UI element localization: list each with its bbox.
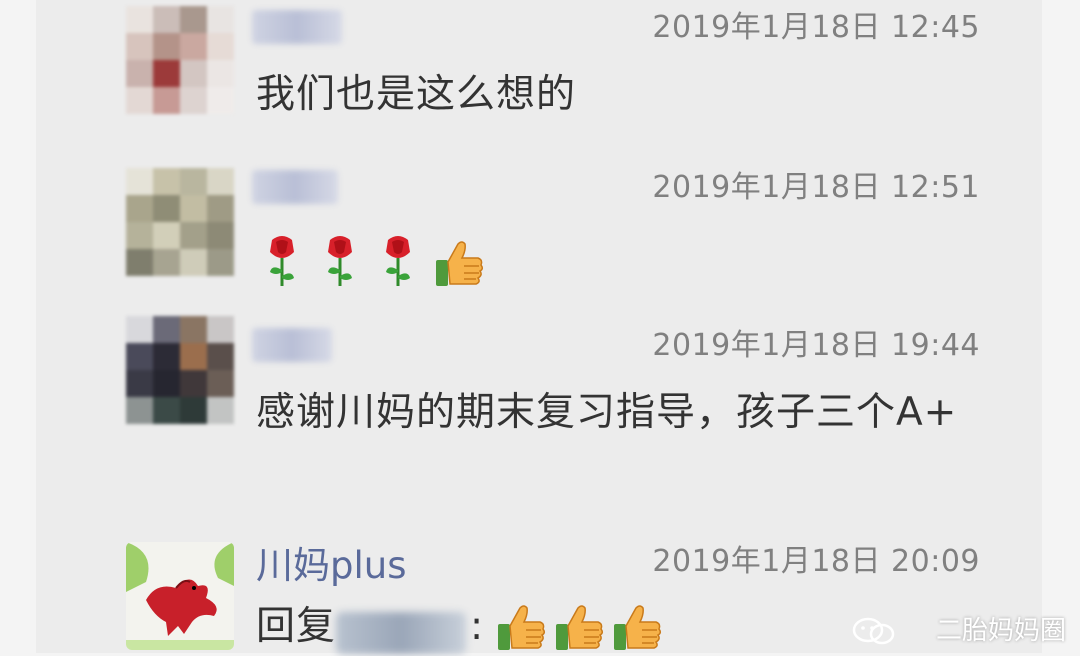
thumbs-up-icon — [554, 602, 604, 652]
message-timestamp: 2019年1月18日 20:09 — [652, 544, 980, 579]
rose-icon — [320, 234, 360, 288]
rose-icon — [262, 234, 302, 288]
chat-message: 2019年1月18日 12:51 — [36, 166, 1042, 296]
reply-prefix: 回复 — [256, 604, 337, 649]
chat-message: 2019年1月18日 19:44 感谢川妈的期末复习指导，孩子三个A+ — [36, 316, 1042, 504]
rose-icon — [378, 234, 418, 288]
avatar[interactable] — [126, 6, 234, 114]
wechat-icon — [852, 617, 895, 645]
reply-target-blurred[interactable] — [336, 612, 466, 654]
thumbs-up-icon — [496, 602, 546, 652]
message-timestamp: 2019年1月18日 19:44 — [652, 328, 980, 363]
avatar[interactable] — [126, 168, 234, 276]
chat-panel: 2019年1月18日 12:45 我们也是这么想的 2019年1月18日 12:… — [36, 0, 1042, 654]
message-timestamp: 2019年1月18日 12:45 — [652, 10, 980, 45]
thumbs-up-icon — [434, 238, 484, 288]
avatar[interactable] — [126, 316, 234, 424]
avatar[interactable] — [126, 542, 234, 650]
sender-name-blurred[interactable] — [252, 10, 342, 44]
chat-message: 2019年1月18日 12:45 我们也是这么想的 — [36, 6, 1042, 126]
dragon-avatar-icon — [126, 542, 234, 650]
thumbs-up-icon — [612, 602, 662, 652]
watermark: 二胎妈妈圈 — [935, 616, 1066, 646]
message-text: 我们也是这么想的 — [256, 72, 577, 117]
sender-name[interactable]: 川妈plus — [256, 546, 407, 586]
message-text: 感谢川妈的期末复习指导，孩子三个A+ — [256, 390, 958, 435]
message-timestamp: 2019年1月18日 12:51 — [652, 170, 980, 205]
sender-name-blurred[interactable] — [252, 328, 332, 362]
sender-name-blurred[interactable] — [252, 170, 338, 204]
